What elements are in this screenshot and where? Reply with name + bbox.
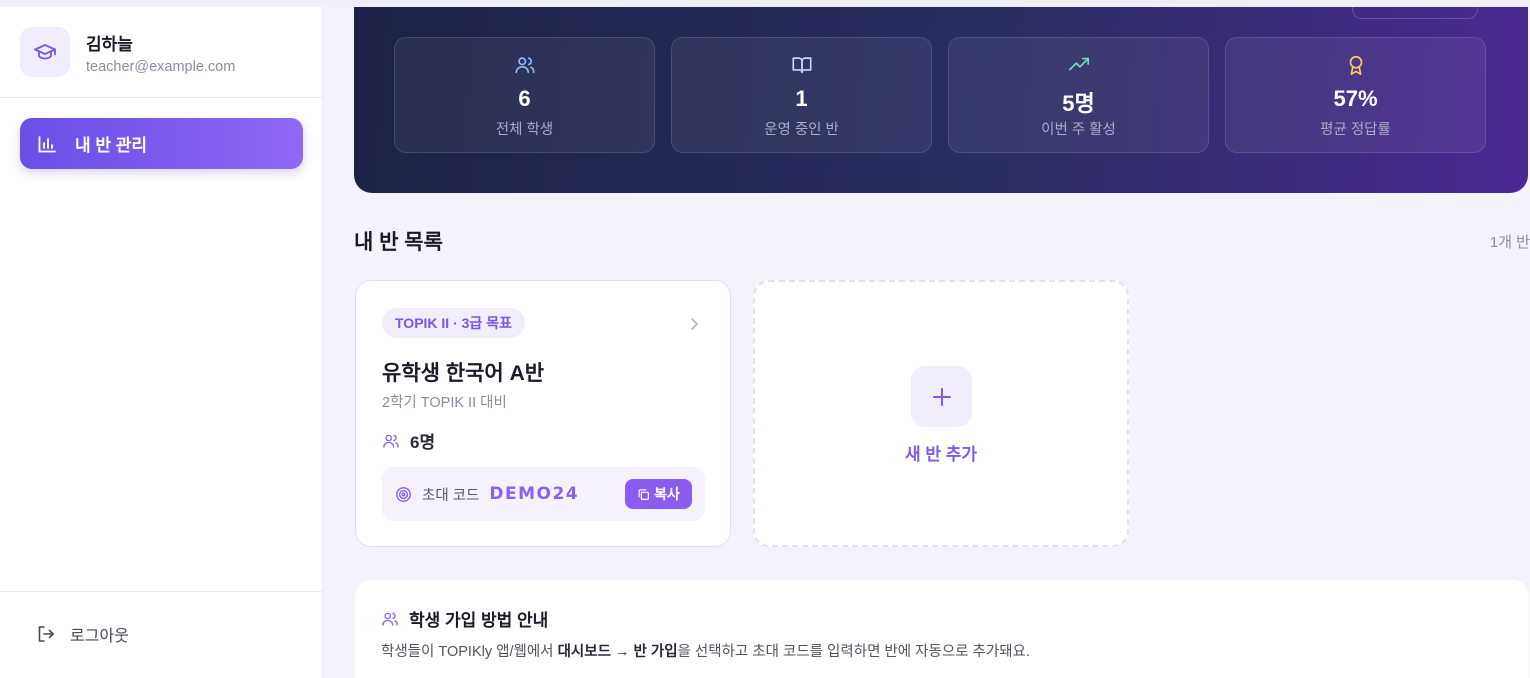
guide-text-prefix: 학생들이 TOPIKly 앱/웹에서 <box>381 644 558 660</box>
invite-code-label: 초대 코드 <box>422 487 480 504</box>
stat-value: 6 <box>518 86 531 111</box>
profile-name: 김하늘 <box>86 34 133 54</box>
sidebar-divider-bottom <box>0 591 323 592</box>
sidebar-item-my-classes[interactable]: 내 반 관리 <box>20 118 303 169</box>
class-student-count: 6명 <box>382 428 435 453</box>
class-level-tag: TOPIK II · 3급 목표 <box>382 308 525 338</box>
stat-caption: 이번 주 활성 <box>1041 122 1116 138</box>
book-icon <box>791 57 812 74</box>
copy-invite-code-button[interactable]: 복사 <box>625 479 692 509</box>
main-top-strip <box>324 0 1530 7</box>
logout-label: 로그아웃 <box>70 628 129 645</box>
sidebar-item-label: 내 반 관리 <box>75 136 148 155</box>
stat-caption: 평균 정답률 <box>1320 122 1391 138</box>
stat-average-accuracy: 57% 평균 정답률 <box>1225 37 1486 153</box>
sidebar-divider <box>0 97 323 98</box>
profile: 김하늘 teacher@example.com <box>20 26 310 78</box>
bar-chart-icon <box>38 135 56 152</box>
logout-icon <box>38 626 54 642</box>
target-icon <box>396 486 411 502</box>
guide-text: 학생들이 TOPIKly 앱/웹에서 대시보드 → 반 가입을 선택하고 초대 … <box>381 640 1030 661</box>
trending-up-icon <box>1068 57 1089 71</box>
sidebar-top-strip <box>0 0 323 7</box>
guide-text-bold: 대시보드 → 반 가입 <box>557 644 678 660</box>
copy-icon <box>638 488 650 500</box>
invite-code-box: 초대 코드 DEMO24 복사 <box>382 467 705 521</box>
stat-active-classes: 1 운영 중인 반 <box>671 37 932 153</box>
guide-title: 학생 가입 방법 안내 <box>381 606 548 631</box>
graduation-cap-icon <box>34 44 56 60</box>
award-icon <box>1349 55 1362 75</box>
invite-code-value: DEMO24 <box>489 484 580 504</box>
users-icon <box>383 434 399 448</box>
guide-text-suffix: 을 선택하고 초대 코드를 입력하면 반에 자동으로 추가돼요. <box>677 644 1030 660</box>
class-name: 유학생 한국어 A반 <box>382 362 545 385</box>
users-icon <box>382 612 398 626</box>
banner-button[interactable] <box>1352 7 1478 19</box>
profile-text: 김하늘 teacher@example.com <box>86 30 235 75</box>
stat-value: 57% <box>1333 86 1378 111</box>
stats-banner: 6 전체 학생 1 운영 중인 반 5명 이번 주 활성 57% 평균 정답률 <box>354 7 1528 193</box>
guide-title-text: 학생 가입 방법 안내 <box>409 611 549 630</box>
plus-icon <box>932 387 951 406</box>
class-list-count: 1개 반 <box>1489 234 1530 251</box>
student-count-value: 6명 <box>410 433 436 452</box>
class-list-title: 내 반 목록 <box>354 231 443 254</box>
sidebar: 김하늘 teacher@example.com 내 반 관리 로그아웃 <box>0 0 323 678</box>
stat-caption: 운영 중인 반 <box>764 122 839 138</box>
stat-value: 5명 <box>1062 91 1095 116</box>
class-card[interactable]: TOPIK II · 3급 목표 유학생 한국어 A반 2학기 TOPIK II… <box>355 280 731 547</box>
chevron-right-icon <box>691 318 698 330</box>
signup-guide-card: 학생 가입 방법 안내 학생들이 TOPIKly 앱/웹에서 대시보드 → 반 … <box>355 580 1529 678</box>
stat-value: 1 <box>795 86 808 111</box>
profile-email: teacher@example.com <box>86 58 236 75</box>
logout-button[interactable]: 로그아웃 <box>36 622 129 646</box>
class-subtitle: 2학기 TOPIK II 대비 <box>382 395 507 411</box>
stat-weekly-active: 5명 이번 주 활성 <box>948 37 1209 153</box>
add-class-icon-box <box>911 366 972 427</box>
copy-button-label: 복사 <box>654 486 680 502</box>
users-icon <box>514 57 535 74</box>
add-class-label: 새 반 추가 <box>904 445 977 464</box>
add-class-card[interactable]: 새 반 추가 <box>753 280 1129 547</box>
stat-total-students: 6 전체 학생 <box>394 37 655 153</box>
stat-caption: 전체 학생 <box>495 122 554 138</box>
avatar <box>20 27 70 77</box>
main-content: 6 전체 학생 1 운영 중인 반 5명 이번 주 활성 57% 평균 정답률 … <box>324 0 1530 678</box>
